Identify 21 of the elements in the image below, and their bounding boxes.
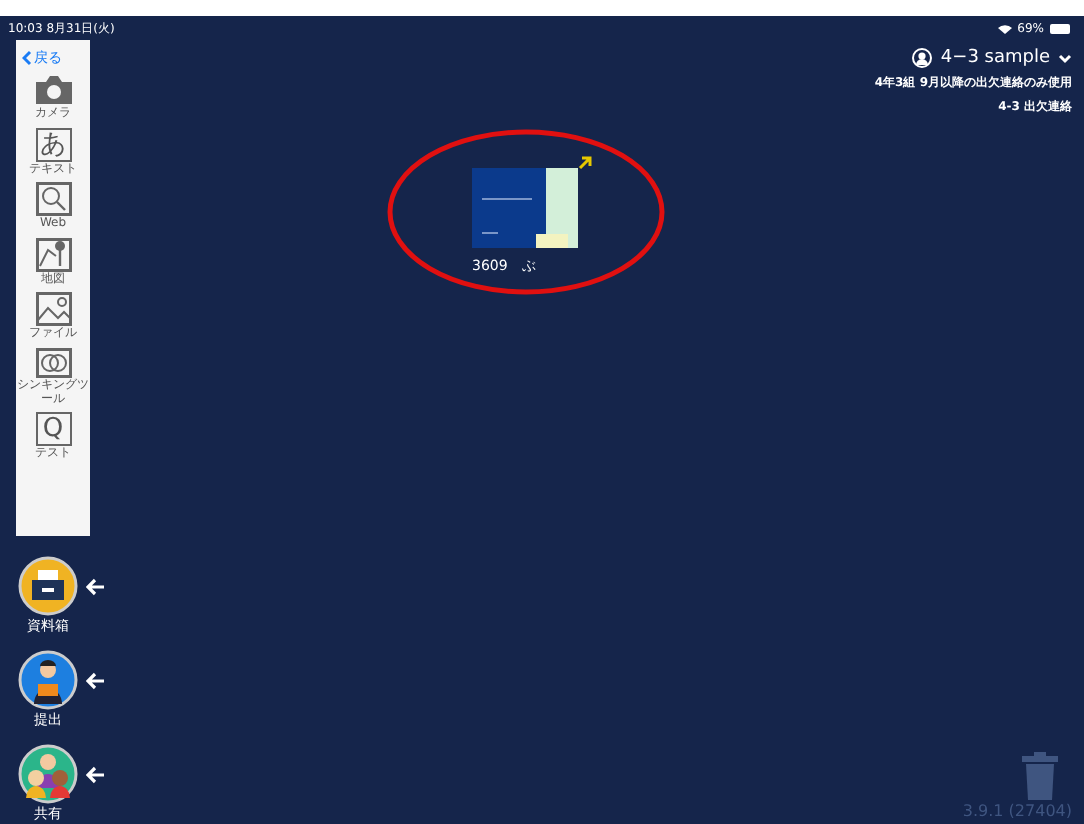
expand-arrow-icon[interactable] <box>578 156 592 170</box>
arrow-left-icon <box>86 671 106 689</box>
arrow-left-icon <box>86 765 106 783</box>
q-icon: Q <box>35 412 71 447</box>
account-name: 4−3 sample <box>940 48 1050 68</box>
map-icon <box>35 237 71 272</box>
chevron-down-icon <box>1058 53 1072 63</box>
chevron-left-icon <box>22 50 32 66</box>
account-button[interactable]: 4−3 sample <box>912 48 1072 68</box>
hiragana-icon: あ <box>35 127 71 162</box>
person-icon <box>18 650 78 710</box>
image-icon <box>35 292 71 327</box>
tray-icon <box>18 556 78 616</box>
arrow-left-icon <box>86 577 106 595</box>
people-icon <box>18 744 78 804</box>
circles-icon <box>35 347 71 378</box>
user-icon <box>912 48 933 68</box>
search-icon <box>35 182 71 217</box>
battery-icon <box>1050 23 1072 33</box>
camera-icon <box>33 74 73 106</box>
wifi-icon <box>997 23 1012 33</box>
